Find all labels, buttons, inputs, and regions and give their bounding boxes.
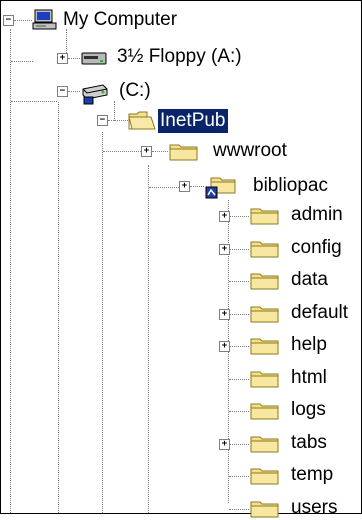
tree-node-label[interactable]: users <box>289 496 339 520</box>
tree-line <box>229 346 249 347</box>
expand-toggle[interactable]: + <box>219 309 230 320</box>
folder-icon <box>250 241 279 258</box>
tree-node-label[interactable]: default <box>289 301 350 325</box>
expand-toggle[interactable]: + <box>219 341 230 352</box>
collapse-toggle[interactable]: − <box>57 86 68 97</box>
folder-icon <box>250 436 279 453</box>
tree-line <box>152 151 168 152</box>
hard-drive-icon <box>82 84 108 105</box>
tree-line <box>58 102 59 513</box>
tree-node-label[interactable]: wwwroot <box>211 139 289 163</box>
tree-node-label[interactable]: config <box>289 236 344 260</box>
tree-line <box>229 281 249 282</box>
expand-toggle[interactable]: + <box>57 53 68 64</box>
collapse-toggle[interactable]: − <box>97 115 108 126</box>
tree-line <box>229 314 249 315</box>
tree-line <box>14 20 32 21</box>
tree-node-label[interactable]: help <box>289 333 329 357</box>
tree-line <box>103 151 141 152</box>
tree-node-label[interactable]: html <box>289 366 329 390</box>
expand-toggle[interactable]: + <box>141 146 152 157</box>
folder-tree-view[interactable]: − My Computer + 3½ Floppy (A:) − (C:) − … <box>0 0 362 518</box>
floppy-drive-icon <box>81 52 107 65</box>
tree-node-label[interactable]: tabs <box>289 431 329 455</box>
tree-node-label[interactable]: bibliopac <box>251 174 330 198</box>
tree-line <box>68 58 80 59</box>
tree-line <box>190 186 204 187</box>
open-folder-icon <box>128 111 156 130</box>
folder-icon <box>169 144 198 161</box>
expand-toggle[interactable]: + <box>219 211 230 222</box>
folder-icon <box>250 501 279 518</box>
folder-icon <box>250 208 279 225</box>
tree-line <box>229 411 249 412</box>
tree-line <box>229 249 249 250</box>
tree-line <box>148 165 149 513</box>
folder-icon <box>250 371 279 388</box>
computer-icon <box>32 9 57 30</box>
tree-line <box>11 61 33 62</box>
tree-node-label[interactable]: data <box>289 268 330 292</box>
folder-icon <box>250 468 279 485</box>
tree-line <box>229 476 249 477</box>
tree-line <box>114 101 115 121</box>
tree-line <box>11 101 57 102</box>
tree-line <box>108 120 128 121</box>
shared-folder-icon <box>205 177 236 199</box>
tree-line <box>229 216 249 217</box>
tree-node-label[interactable]: (C:) <box>117 79 153 103</box>
folder-icon <box>250 403 279 420</box>
tree-line <box>102 132 103 513</box>
collapse-toggle[interactable]: − <box>3 15 14 26</box>
tree-line <box>229 379 249 380</box>
folder-icon <box>250 273 279 290</box>
folder-icon <box>250 306 279 323</box>
tree-node-label-selected[interactable]: InetPub <box>157 108 229 134</box>
tree-line <box>149 187 179 188</box>
expand-toggle[interactable]: + <box>219 439 230 450</box>
tree-line <box>229 509 249 510</box>
tree-node-label[interactable]: 3½ Floppy (A:) <box>115 45 244 69</box>
expand-toggle[interactable]: + <box>179 181 190 192</box>
folder-icon <box>250 338 279 355</box>
tree-node-label[interactable]: logs <box>289 398 328 422</box>
expand-toggle[interactable]: + <box>219 244 230 255</box>
tree-node-label[interactable]: temp <box>289 463 335 487</box>
tree-node-label[interactable]: My Computer <box>61 8 179 32</box>
tree-line <box>68 91 80 92</box>
tree-node-label[interactable]: admin <box>289 203 345 227</box>
tree-line <box>229 444 249 445</box>
